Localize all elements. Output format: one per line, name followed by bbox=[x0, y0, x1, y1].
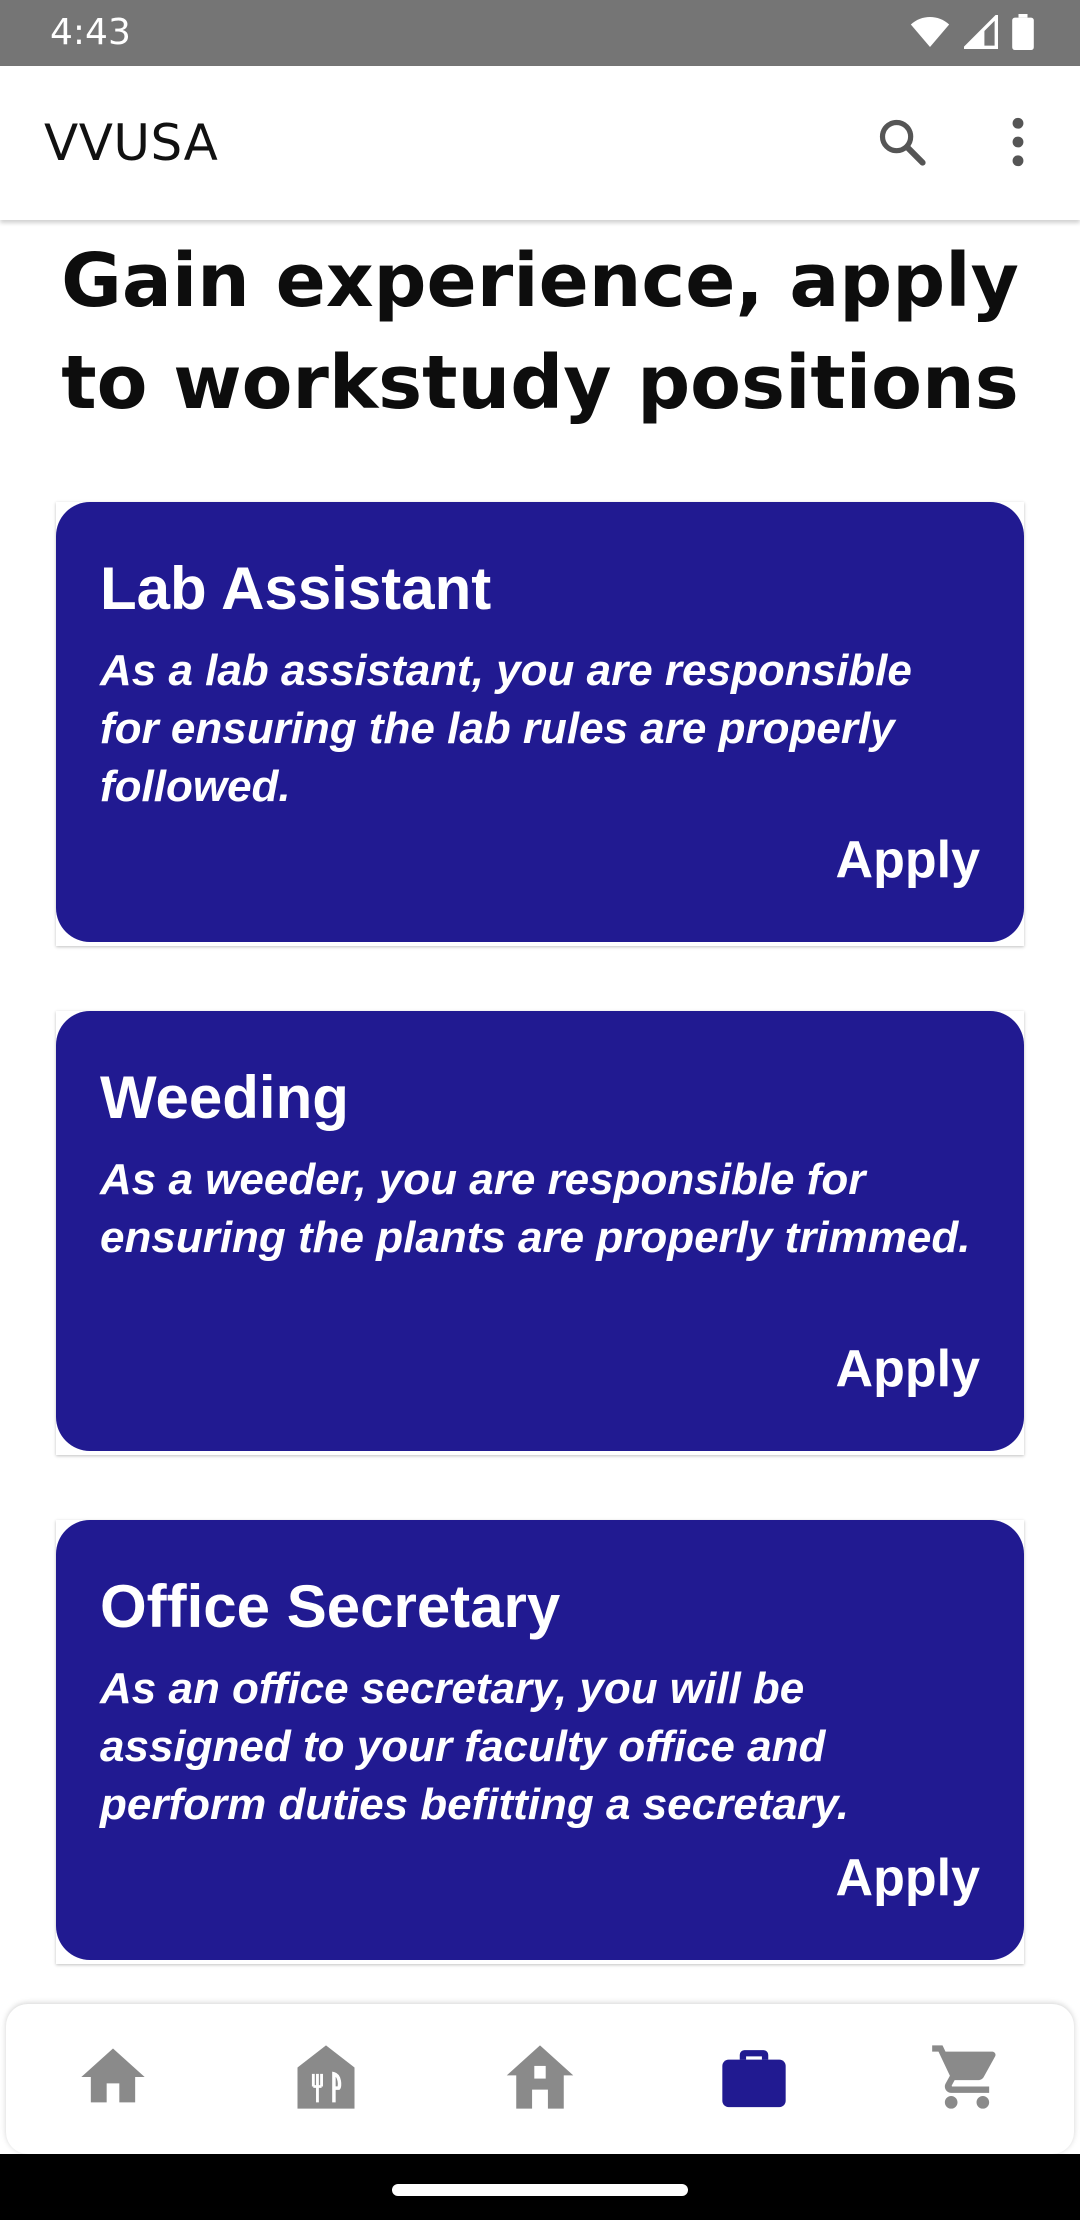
dining-hall-icon bbox=[288, 2039, 364, 2120]
battery-icon bbox=[1012, 14, 1034, 50]
position-title: Lab Assistant bbox=[100, 555, 492, 622]
nav-item-home[interactable] bbox=[53, 2024, 173, 2134]
search-icon bbox=[876, 116, 928, 173]
shopping-cart-icon bbox=[929, 2039, 1005, 2120]
position-card: Office Secretary As an office secretary,… bbox=[56, 1520, 1024, 1960]
position-description: As a lab assistant, you are responsible … bbox=[100, 646, 912, 811]
more-vert-icon bbox=[1010, 117, 1026, 172]
apply-button[interactable]: Apply bbox=[836, 1339, 980, 1399]
content-scroll[interactable]: Gain experience, apply to workstudy posi… bbox=[0, 220, 1080, 2000]
apply-button[interactable]: Apply bbox=[836, 1848, 980, 1908]
apply-button[interactable]: Apply bbox=[836, 830, 980, 890]
position-card: Lab Assistant As a lab assistant, you ar… bbox=[56, 502, 1024, 942]
position-card-office-secretary: Office Secretary As an office secretary,… bbox=[56, 1520, 1024, 1964]
system-navigation-bar bbox=[0, 2154, 1080, 2220]
screen: 4:43 VVUSA Gain experience, apply to wor… bbox=[0, 0, 1080, 2220]
position-card: Weeding As a weeder, you are responsible… bbox=[56, 1011, 1024, 1451]
bottom-navigation bbox=[6, 2004, 1074, 2154]
app-title: VVUSA bbox=[44, 114, 219, 172]
nav-item-cart[interactable] bbox=[907, 2024, 1027, 2134]
dorm-house-icon bbox=[502, 2039, 578, 2120]
home-gesture-handle[interactable] bbox=[392, 2184, 688, 2196]
position-card-weeding: Weeding As a weeder, you are responsible… bbox=[56, 1011, 1024, 1455]
overflow-menu-button[interactable] bbox=[986, 112, 1050, 176]
position-title: Weeding bbox=[100, 1064, 349, 1131]
nav-item-jobs[interactable] bbox=[694, 2024, 814, 2134]
cell-signal-icon bbox=[964, 15, 998, 49]
status-bar: 4:43 bbox=[0, 0, 1080, 66]
position-card-lab-assistant: Lab Assistant As a lab assistant, you ar… bbox=[56, 502, 1024, 946]
home-icon bbox=[75, 2039, 151, 2120]
status-time: 4:43 bbox=[50, 12, 131, 53]
search-button[interactable] bbox=[870, 112, 934, 176]
app-bar: VVUSA bbox=[0, 66, 1080, 220]
briefcase-icon bbox=[716, 2039, 792, 2120]
page-heading: Gain experience, apply to workstudy posi… bbox=[61, 238, 1019, 426]
nav-item-housing[interactable] bbox=[480, 2024, 600, 2134]
status-icons bbox=[910, 14, 1034, 50]
nav-item-dining[interactable] bbox=[266, 2024, 386, 2134]
wifi-icon bbox=[910, 15, 950, 49]
position-title: Office Secretary bbox=[100, 1573, 561, 1640]
position-description: As an office secretary, you will be assi… bbox=[100, 1664, 850, 1829]
position-description: As a weeder, you are responsible for ens… bbox=[100, 1155, 971, 1262]
